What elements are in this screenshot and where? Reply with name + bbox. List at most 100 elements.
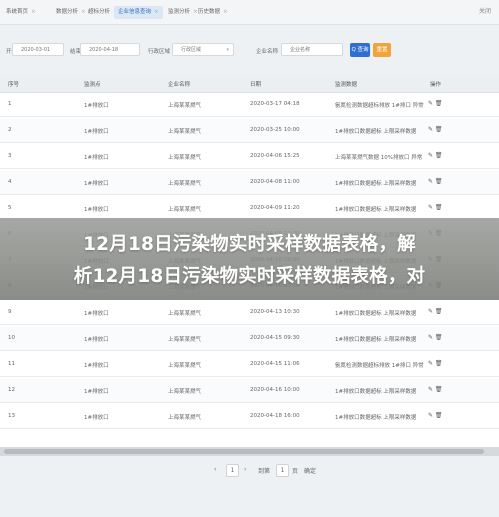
next-page-button[interactable]: ›	[244, 466, 246, 473]
col-header-date: 日期	[250, 82, 262, 88]
cell-date: 2020-04-15 09:30	[250, 335, 300, 341]
row-actions[interactable]: ✎ 🗑	[428, 126, 443, 133]
company-label: 企业名称	[256, 49, 279, 55]
cell-no: 13	[8, 413, 15, 419]
cell-point: 1#排放口	[84, 155, 109, 161]
row-actions[interactable]: ✎ 🗑	[428, 204, 443, 211]
cell-data: 氨氮检测数据超标排放 1#排口 异常	[335, 103, 424, 109]
district-select[interactable]: 行政区域	[172, 43, 234, 57]
goto-confirm-button[interactable]: 确定	[304, 466, 316, 475]
cell-data: 1#排放口数据超标 上限采样数据	[335, 129, 417, 135]
cell-data: 1#排放口数据超标 上限采样数据	[335, 415, 417, 421]
cell-point: 1#排放口	[84, 181, 109, 187]
table-row[interactable]: 1 1#排放口 上海某某燃气 2020-03-17 04:18 氨氮检测数据超标排放 1…	[0, 93, 499, 117]
cell-point: 1#排放口	[84, 207, 109, 213]
close-icon[interactable]: ×	[154, 9, 159, 15]
start-date-input[interactable]: 2020-03-01	[12, 43, 64, 56]
cell-company: 上海某某燃气	[168, 337, 202, 343]
cell-date: 2020-04-16 10:00	[250, 387, 300, 393]
query-button[interactable]: Q 查询	[350, 43, 370, 57]
close-icon[interactable]: ×	[223, 9, 228, 15]
cell-company: 上海某某燃气	[168, 415, 202, 421]
cell-date: 2020-04-15 11:06	[250, 361, 300, 367]
cell-company: 上海某某燃气	[168, 129, 202, 135]
goto-label: 到第	[258, 468, 271, 475]
row-actions[interactable]: ✎ 🗑	[428, 100, 443, 107]
goto-page-input[interactable]: 1	[276, 464, 289, 477]
cell-no: 5	[8, 205, 12, 211]
cell-no: 12	[8, 387, 15, 393]
cell-point: 1#排放口	[84, 311, 109, 317]
cell-point: 1#排放口	[84, 363, 109, 369]
page-unit-label: 页	[292, 468, 299, 475]
scrollbar-thumb[interactable]	[4, 449, 484, 454]
cell-date: 2020-04-06 15:25	[250, 153, 300, 159]
cell-date: 2020-04-08 11:00	[250, 179, 300, 185]
cell-data: 1#排放口数据超标 上限采样数据	[335, 389, 417, 395]
cell-no: 11	[8, 361, 15, 367]
cell-no: 9	[8, 309, 12, 315]
horizontal-scrollbar[interactable]	[0, 447, 499, 456]
col-header-company: 企业名称	[168, 82, 191, 88]
cell-point: 1#排放口	[84, 337, 109, 343]
cell-point: 1#排放口	[84, 129, 109, 135]
cell-date: 2020-03-17 04:18	[250, 101, 300, 107]
cell-company: 上海某某燃气	[168, 207, 202, 213]
cell-point: 1#排放口	[84, 103, 109, 109]
cell-company: 上海某某燃气	[168, 181, 202, 187]
row-actions[interactable]: ✎ 🗑	[428, 386, 443, 393]
table-row[interactable]: 13 1#排放口 上海某某燃气 2020-04-18 16:00 1#排放口数据超标 上…	[0, 405, 499, 429]
row-actions[interactable]: ✎ 🗑	[428, 152, 443, 159]
cell-data: 上海某某燃气数据 10%排放口 异常	[335, 155, 423, 161]
tab-bar: 系统首页× 数据分析× 超标分析× 企业信息查询× 监测分析× 历史数据× 关闭	[0, 0, 499, 25]
cell-company: 上海某某燃气	[168, 103, 202, 109]
headline-banner: 12月18日污染物实时采样数据表格，解 析12月18日污染物实时采样数据表格，对	[0, 218, 499, 300]
cell-point: 1#排放口	[84, 389, 109, 395]
cell-date: 2020-04-18 16:00	[250, 413, 300, 419]
table-row[interactable]: 2 1#排放口 上海某某燃气 2020-03-25 10:00 1#排放口数据超标 上限…	[0, 119, 499, 143]
cell-data: 1#排放口数据超标 上限采样数据	[335, 337, 417, 343]
cell-company: 上海某某燃气	[168, 389, 202, 395]
table-row[interactable]: 9 1#排放口 上海某某燃气 2020-04-13 10:30 1#排放口数据超标 上限…	[0, 301, 499, 325]
close-icon[interactable]: ×	[31, 9, 36, 15]
col-header-data: 监测数据	[335, 82, 358, 88]
col-header-ops: 操作	[430, 82, 442, 88]
cell-company: 上海某某燃气	[168, 155, 202, 161]
reset-button[interactable]: 重置	[373, 43, 391, 57]
cell-no: 2	[8, 127, 12, 133]
cell-company: 上海某某燃气	[168, 363, 202, 369]
headline-line-2: 析12月18日污染物实时采样数据表格，对	[73, 266, 426, 287]
end-date-input[interactable]: 2020-04-18	[80, 43, 140, 56]
cell-no: 3	[8, 153, 12, 159]
col-header-point: 监测点	[84, 82, 101, 88]
row-actions[interactable]: ✎ 🗑	[428, 308, 443, 315]
footer	[0, 490, 499, 517]
row-actions[interactable]: ✎ 🗑	[428, 412, 443, 419]
cell-data: 氨氮检测数据超标排放 1#排口 异常	[335, 363, 424, 369]
table-row[interactable]: 3 1#排放口 上海某某燃气 2020-04-06 15:25 上海某某燃气数据 10%…	[0, 145, 499, 169]
cell-data: 1#排放口数据超标 上限采样数据	[335, 311, 417, 317]
cell-data: 1#排放口数据超标 上限采样数据	[335, 207, 417, 213]
tab-history-data[interactable]: 历史数据 ×	[194, 6, 232, 19]
filter-bar: 开始时间 2020-03-01 结束时间 2020-04-18 行政区域 行政区…	[0, 36, 499, 64]
table-row[interactable]: 10 1#排放口 上海某某燃气 2020-04-15 09:30 1#排放口数据超标 上…	[0, 327, 499, 351]
tab-company-query[interactable]: 企业信息查询 ×	[114, 6, 163, 19]
cell-no: 10	[8, 335, 15, 341]
table-row[interactable]: 12 1#排放口 上海某某燃气 2020-04-16 10:00 1#排放口数据超标 上…	[0, 379, 499, 403]
row-actions[interactable]: ✎ 🗑	[428, 178, 443, 185]
table-header: 序号 监测点 企业名称 日期 监测数据 操作	[0, 75, 499, 93]
prev-page-button[interactable]: ‹	[214, 466, 216, 473]
col-header-no: 序号	[8, 82, 20, 88]
close-all-button[interactable]: 关闭	[479, 6, 491, 15]
table-row[interactable]: 4 1#排放口 上海某某燃气 2020-04-08 11:00 1#排放口数据超标 上限…	[0, 171, 499, 195]
company-input[interactable]: 企业名称	[281, 43, 343, 56]
cell-date: 2020-03-25 10:00	[250, 127, 300, 133]
row-actions[interactable]: ✎ 🗑	[428, 334, 443, 341]
cell-data: 1#排放口数据超标 上限采样数据	[335, 181, 417, 187]
current-page[interactable]: 1	[226, 464, 239, 477]
headline-line-1: 12月18日污染物实时采样数据表格，解	[83, 234, 416, 255]
table-row[interactable]: 11 1#排放口 上海某某燃气 2020-04-15 11:06 氨氮检测数据超标排放 …	[0, 353, 499, 377]
cell-no: 1	[8, 101, 12, 107]
row-actions[interactable]: ✎ 🗑	[428, 360, 443, 367]
tab-home[interactable]: 系统首页 ×	[2, 6, 40, 19]
